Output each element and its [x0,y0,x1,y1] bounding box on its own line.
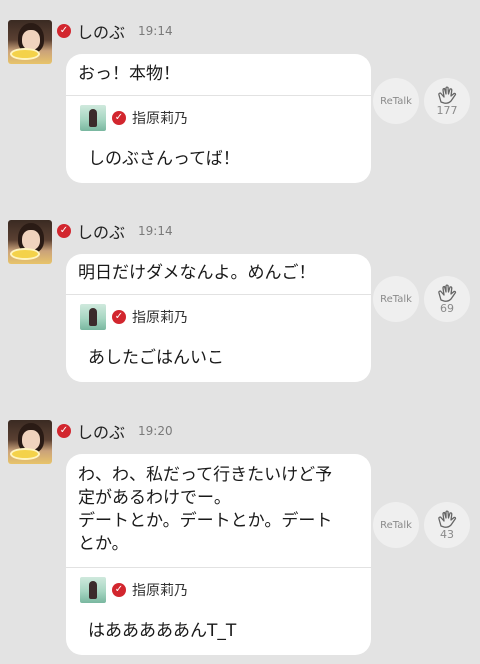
clap-count: 177 [436,103,458,117]
clap-hands-icon [438,509,457,528]
post-header: ✓ しのぶ 19:14 [57,20,173,42]
clap-button[interactable]: 69 [424,276,470,322]
author-name[interactable]: しのぶ [77,219,125,243]
clap-hands-icon [438,85,457,104]
author-name[interactable]: しのぶ [77,419,125,443]
retalk-button[interactable]: ReTalk [373,78,419,124]
quoted-text: はあああああんT_T [88,621,237,641]
verified-badge-icon: ✓ [112,583,126,597]
quoted-avatar [80,304,106,330]
retalk-button[interactable]: ReTalk [373,276,419,322]
clap-button[interactable]: 177 [424,78,470,124]
quoted-text: しのぶさんってば！ [88,149,240,169]
verified-badge-icon: ✓ [112,310,126,324]
verified-badge-icon: ✓ [57,424,71,438]
post-header: ✓ しのぶ 19:14 [57,220,173,242]
verified-badge-icon: ✓ [112,111,126,125]
verified-badge-icon: ✓ [57,24,71,38]
talk-feed: ✓ しのぶ 19:14 おっ！本物！ ✓ 指原莉乃 しのぶさんってば！ ReTa… [0,0,480,664]
clap-button[interactable]: 43 [424,502,470,548]
post-time: 19:14 [138,24,173,38]
quoted-author-name: 指原莉乃 [132,583,188,599]
quoted-message[interactable]: ✓ 指原莉乃 あしたごはんいこ [66,295,371,382]
message-bubble[interactable]: 明日だけダメなんよ。めんご！ ✓ 指原莉乃 あしたごはんいこ [66,254,371,382]
quoted-avatar [80,577,106,603]
avatar[interactable] [8,420,52,464]
author-name[interactable]: しのぶ [77,19,125,43]
message-text: 明日だけダメなんよ。めんご！ [78,263,316,283]
message-bubble[interactable]: わ、わ、私だって行きたいけど予 定があるわけでー。 デートとか。デートとか。デー… [66,454,371,655]
retalk-button[interactable]: ReTalk [373,502,419,548]
clap-hands-icon [438,283,457,302]
avatar[interactable] [8,20,52,64]
post-time: 19:20 [138,424,173,438]
clap-count: 69 [440,301,454,315]
message-text: わ、わ、私だって行きたいけど予 定があるわけでー。 デートとか。デートとか。デー… [78,465,333,554]
post-time: 19:14 [138,224,173,238]
message-bubble[interactable]: おっ！本物！ ✓ 指原莉乃 しのぶさんってば！ [66,54,371,183]
message-text: おっ！本物！ [78,64,180,84]
post-header: ✓ しのぶ 19:20 [57,420,173,442]
verified-badge-icon: ✓ [57,224,71,238]
quoted-message[interactable]: ✓ 指原莉乃 しのぶさんってば！ [66,96,371,183]
clap-count: 43 [440,527,454,541]
avatar[interactable] [8,220,52,264]
quoted-text: あしたごはんいこ [88,348,224,368]
quoted-avatar [80,105,106,131]
quoted-author-name: 指原莉乃 [132,111,188,127]
quoted-message[interactable]: ✓ 指原莉乃 はあああああんT_T [66,568,371,655]
quoted-author-name: 指原莉乃 [132,310,188,326]
